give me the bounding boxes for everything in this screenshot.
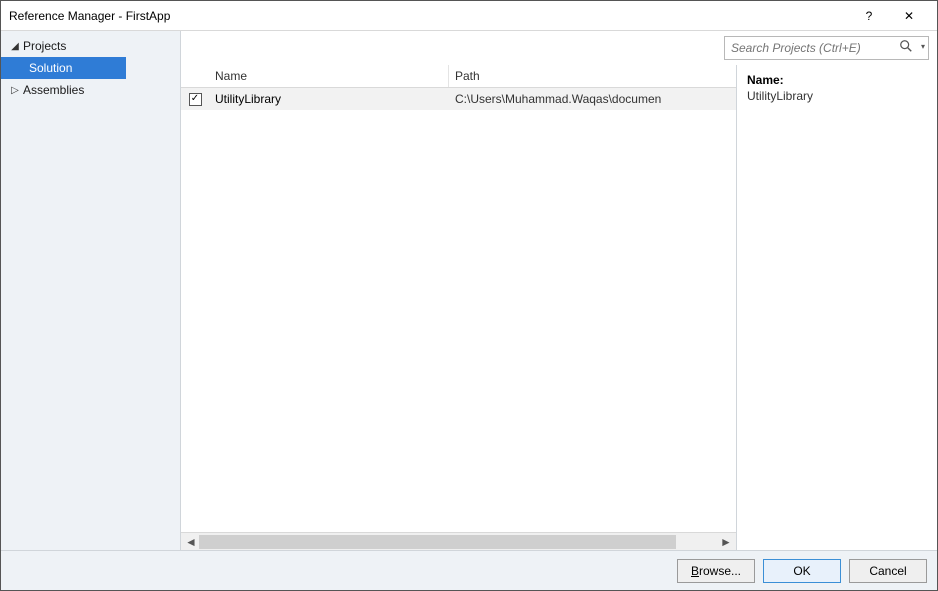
reference-list: Name Path UtilityLibrary C:\Users\Muhamm… bbox=[181, 65, 737, 550]
scroll-track[interactable] bbox=[199, 535, 718, 549]
nav-sidebar: ◢ Projects Solution ▷ Assemblies bbox=[1, 31, 181, 550]
window-title: Reference Manager - FirstApp bbox=[9, 9, 849, 23]
browse-mnemonic: B bbox=[691, 564, 699, 578]
details-name-label: Name: bbox=[747, 73, 927, 87]
column-check bbox=[181, 65, 209, 87]
column-header-path[interactable]: Path bbox=[449, 65, 736, 87]
title-bar: Reference Manager - FirstApp ? ✕ bbox=[1, 1, 937, 31]
nav-label: Solution bbox=[29, 61, 72, 75]
scroll-right-icon[interactable]: ► bbox=[718, 535, 734, 549]
search-icon[interactable] bbox=[899, 39, 913, 56]
scroll-thumb[interactable] bbox=[199, 535, 676, 549]
browse-button[interactable]: Browse... bbox=[677, 559, 755, 583]
details-name-value: UtilityLibrary bbox=[747, 89, 927, 103]
row-checkbox-cell bbox=[181, 91, 209, 108]
nav-label: Projects bbox=[23, 39, 66, 53]
list-body: UtilityLibrary C:\Users\Muhammad.Waqas\d… bbox=[181, 88, 736, 532]
collapse-icon: ◢ bbox=[9, 41, 21, 52]
row-name: UtilityLibrary bbox=[209, 90, 449, 108]
ok-button[interactable]: OK bbox=[763, 559, 841, 583]
help-button[interactable]: ? bbox=[849, 2, 889, 30]
checkbox[interactable] bbox=[189, 93, 202, 106]
scroll-left-icon[interactable]: ◄ bbox=[183, 535, 199, 549]
help-icon: ? bbox=[866, 9, 873, 23]
close-button[interactable]: ✕ bbox=[889, 2, 929, 30]
row-path: C:\Users\Muhammad.Waqas\documen bbox=[449, 90, 736, 108]
nav-subitem-solution[interactable]: Solution bbox=[1, 57, 126, 79]
close-icon: ✕ bbox=[904, 9, 914, 23]
list-header: Name Path bbox=[181, 65, 736, 88]
chevron-down-icon[interactable]: ▾ bbox=[921, 42, 925, 51]
cancel-button[interactable]: Cancel bbox=[849, 559, 927, 583]
table-row[interactable]: UtilityLibrary C:\Users\Muhammad.Waqas\d… bbox=[181, 88, 736, 110]
search-box: ▾ bbox=[724, 36, 929, 60]
dialog-window: Reference Manager - FirstApp ? ✕ ◢ Proje… bbox=[0, 0, 938, 591]
details-pane: Name: UtilityLibrary bbox=[737, 65, 937, 550]
horizontal-scrollbar[interactable]: ◄ ► bbox=[181, 532, 736, 550]
nav-item-assemblies[interactable]: ▷ Assemblies bbox=[1, 79, 180, 101]
main-pane: ▾ Name Path UtilityLib bbox=[181, 31, 937, 550]
column-header-name[interactable]: Name bbox=[209, 65, 449, 87]
browse-rest: rowse... bbox=[699, 564, 741, 578]
content-row: Name Path UtilityLibrary C:\Users\Muhamm… bbox=[181, 65, 937, 550]
nav-label: Assemblies bbox=[23, 83, 84, 97]
expand-icon: ▷ bbox=[9, 85, 21, 96]
nav-item-projects[interactable]: ◢ Projects bbox=[1, 35, 180, 57]
dialog-body: ◢ Projects Solution ▷ Assemblies ▾ bbox=[1, 31, 937, 550]
toolbar: ▾ bbox=[181, 31, 937, 65]
dialog-footer: Browse... OK Cancel bbox=[1, 550, 937, 590]
